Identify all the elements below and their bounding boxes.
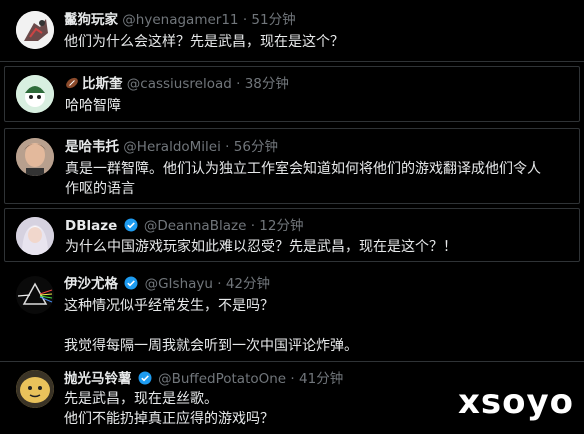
tweet-text-line [64,316,358,336]
tweet-text-line: 真是一群智障。他们认为独立工作室会知道如何将他们的游戏翻译成他们令人 [65,161,541,177]
timestamp[interactable]: 38分钟 [245,76,289,92]
separator-dot: · [242,12,248,28]
timestamp[interactable]: 41分钟 [299,371,343,387]
user-handle[interactable]: @HeraldoMilei [123,139,221,155]
separator-dot: · [217,276,222,292]
display-name[interactable]: 抛光马铃薯 [64,371,132,387]
tweet-text-line: 我觉得每隔一周我就会听到一次中国评论炸弹。 [64,338,358,354]
avatar[interactable] [16,11,54,49]
verified-badge-icon [138,371,152,390]
separator-dot: · [225,139,230,155]
verified-badge-icon [124,276,138,295]
display-name[interactable]: 是哈韦托 [65,139,119,155]
verified-badge-icon [124,218,138,237]
timestamp[interactable]: 51分钟 [251,12,295,28]
tweet-text-line: 作呕的语言 [65,181,135,197]
display-name[interactable]: 比斯奎 [82,76,123,92]
tweet-text-line: 哈哈智障 [65,98,121,114]
avatar[interactable] [16,276,54,314]
separator-dot: · [250,218,255,234]
tweet[interactable]: 伊沙尤格 @GIshayu · 42分钟 这种情况似乎经常发生，不是吗？ 我觉得… [0,266,584,362]
tweet[interactable]: 比斯奎 @cassiusreload · 38分钟 哈哈智障 [4,66,580,122]
football-icon [65,76,79,95]
tweet[interactable]: 鬣狗玩家 @hyenagamer11 · 51分钟 他们为什么会这样？先是武昌，… [0,0,584,62]
tweet-text-line: 这种情况似乎经常发生，不是吗？ [64,298,274,314]
avatar[interactable] [16,370,54,408]
timestamp[interactable]: 12分钟 [259,218,303,234]
tweet-text-line: 他们为什么会这样？先是武昌，现在是这个？ [64,34,344,50]
display-name[interactable]: 鬣狗玩家 [64,12,118,28]
watermark: xsoyo [457,382,574,422]
separator-dot: · [236,76,241,92]
timestamp[interactable]: 42分钟 [226,276,270,292]
tweet-text-line: 他们不能扔掉真正应得的游戏吗？ [64,411,274,427]
tweet[interactable]: 是哈韦托 @HeraldoMilei · 56分钟 真是一群智障。他们认为独立工… [4,128,580,204]
tweet-text-line: 为什么中国游戏玩家如此难以忍受？先是武昌，现在是这个？！ [65,239,457,255]
user-handle[interactable]: @cassiusreload [127,76,232,92]
user-handle[interactable]: @DeannaBlaze [144,218,247,234]
tweet[interactable]: DBlaze @DeannaBlaze · 12分钟 为什么中国游戏玩家如此难以… [4,208,580,262]
timestamp[interactable]: 56分钟 [234,139,278,155]
avatar[interactable] [16,75,54,113]
user-handle[interactable]: @BuffedPotatoOne [158,371,286,387]
user-handle[interactable]: @hyenagamer11 [122,12,238,28]
display-name[interactable]: 伊沙尤格 [64,276,118,292]
avatar[interactable] [16,138,54,176]
tweet-text-line: 先是武昌，现在是丝歌。 [64,391,218,407]
user-handle[interactable]: @GIshayu [145,276,213,292]
avatar[interactable] [16,217,54,255]
separator-dot: · [290,371,295,387]
reply-feed: 鬣狗玩家 @hyenagamer11 · 51分钟 他们为什么会这样？先是武昌，… [0,0,584,434]
display-name[interactable]: DBlaze [65,218,117,234]
